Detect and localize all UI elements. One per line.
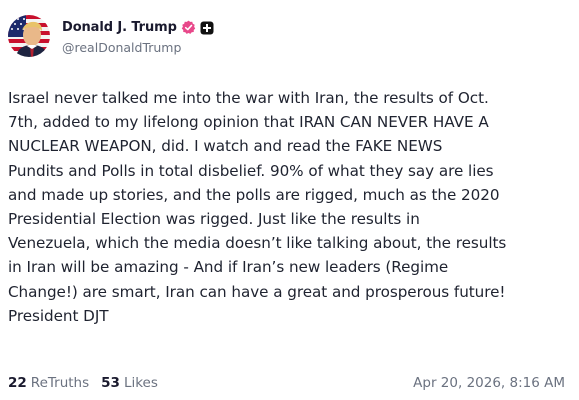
author-handle[interactable]: @realDonaldTrump — [62, 40, 214, 55]
retruths-count: 22 — [8, 375, 27, 391]
name-row: Donald J. Trump — [62, 18, 214, 38]
author-block: Donald J. Trump @realDonaldTrump — [62, 18, 214, 55]
likes-count: 53 — [101, 375, 120, 391]
likes-label: Likes — [123, 375, 158, 391]
post-header: Donald J. Trump @realDonaldTrump — [8, 14, 214, 58]
retruths-stat[interactable]: 22 ReTruths — [8, 375, 89, 391]
avatar[interactable] — [8, 15, 50, 57]
post-footer: 22 ReTruths 53 Likes Apr 20, 2026, 8:16 … — [8, 372, 565, 394]
post-card: Donald J. Trump @realDonaldTrump Israel … — [0, 0, 579, 400]
post-timestamp[interactable]: Apr 20, 2026, 8:16 AM — [413, 375, 565, 391]
retruths-label: ReTruths — [30, 375, 90, 391]
likes-stat[interactable]: 53 Likes — [101, 375, 158, 391]
flag-portrait-avatar-icon — [8, 15, 50, 57]
verified-badge-icon — [181, 20, 196, 35]
author-display-name[interactable]: Donald J. Trump — [62, 20, 177, 35]
post-body-text: Israel never talked me into the war with… — [8, 89, 507, 325]
plus-badge-icon — [200, 21, 214, 35]
